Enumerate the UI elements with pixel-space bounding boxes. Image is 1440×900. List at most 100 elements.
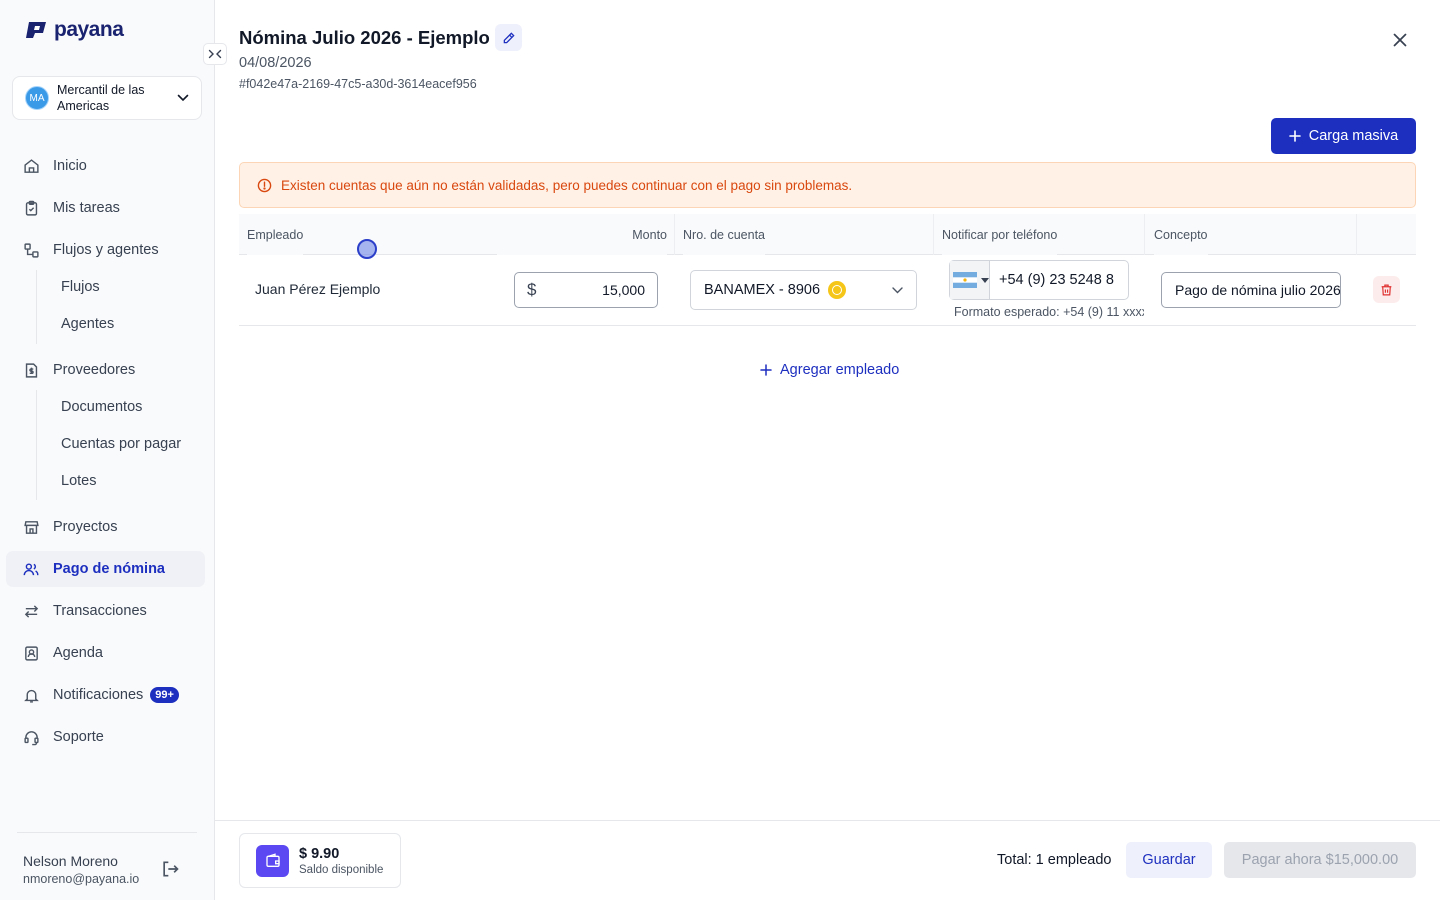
column-header-telefono: Notificar por teléfono [942, 214, 1058, 255]
payana-logo[interactable]: payana [24, 18, 124, 42]
payana-logo-icon [26, 22, 46, 38]
home-icon [22, 157, 40, 175]
amount-input[interactable]: $ 15,000 [514, 272, 658, 308]
column-divider [674, 214, 675, 255]
chevron-down-icon [177, 94, 189, 102]
pending-validation-icon [828, 281, 847, 299]
sidebar-item-proveedores[interactable]: Proveedores [6, 352, 205, 388]
user-email: nmoreno@payana.io [23, 872, 140, 886]
account-select[interactable]: BANAMEX - 8906 [690, 270, 917, 310]
close-button[interactable] [1389, 29, 1411, 51]
bell-icon [22, 686, 40, 704]
edit-title-button[interactable] [495, 24, 522, 51]
sidebar-item-label: Soporte [53, 729, 104, 745]
plus-icon [760, 364, 772, 376]
sidebar-item-label: Mis tareas [53, 200, 120, 216]
sidebar-subitem-lotes[interactable]: Lotes [61, 466, 96, 496]
divider [17, 832, 197, 833]
sidebar-subitem-cuentas-por-pagar[interactable]: Cuentas por pagar [61, 429, 181, 459]
collapse-sidebar-button[interactable] [203, 43, 227, 65]
logout-icon [163, 861, 179, 877]
users-icon [22, 560, 40, 578]
sidebar-item-transacciones[interactable]: Transacciones [6, 593, 205, 629]
currency-symbol: $ [527, 280, 537, 299]
column-divider [933, 214, 934, 255]
store-icon [22, 518, 40, 536]
sidebar-item-notificaciones[interactable]: Notificaciones 99+ [6, 677, 205, 713]
sidebar-subitem-agentes[interactable]: Agentes [61, 309, 114, 339]
payroll-date: 04/08/2026 [239, 55, 312, 71]
clipboard-icon [22, 199, 40, 217]
mouse-cursor-indicator [357, 239, 377, 259]
workflow-icon [22, 241, 40, 259]
company-name: Mercantil de las Americas [57, 83, 145, 113]
balance-card: $ 9.90 Saldo disponible [239, 833, 401, 888]
caret-down-icon [981, 277, 989, 283]
phone-input[interactable]: +54 (9) 23 5248 8 [949, 260, 1129, 300]
validation-warning: Existen cuentas que aún no están validad… [239, 162, 1416, 208]
alert-circle-icon [257, 178, 272, 193]
sidebar-subitem-documentos[interactable]: Documentos [61, 392, 142, 422]
column-header-monto: Monto [497, 214, 667, 255]
headset-icon [22, 728, 40, 746]
total-employees: Total: 1 empleado [997, 852, 1112, 868]
sidebar-item-label: Flujos y agentes [53, 242, 159, 258]
sidebar: payana MA Mercantil de las Americas Inic… [0, 0, 215, 900]
company-selector[interactable]: MA Mercantil de las Americas [12, 76, 202, 120]
save-button[interactable]: Guardar [1126, 842, 1212, 878]
sidebar-item-mis-tareas[interactable]: Mis tareas [6, 190, 205, 226]
balance-amount: $ 9.90 [299, 845, 340, 862]
column-divider [1144, 214, 1145, 255]
sidebar-item-proyectos[interactable]: Proyectos [6, 509, 205, 545]
company-avatar: MA [25, 86, 49, 110]
submenu-line [36, 390, 37, 500]
sidebar-item-inicio[interactable]: Inicio [6, 148, 205, 184]
concept-input[interactable]: Pago de nómina julio 2026 [1161, 272, 1341, 308]
sidebar-item-label: Inicio [53, 158, 87, 174]
contact-book-icon [22, 644, 40, 662]
bulk-upload-label: Carga masiva [1308, 128, 1399, 144]
sidebar-item-label: Notificaciones [53, 687, 144, 703]
table-header [239, 214, 1416, 255]
sidebar-item-pago-de-nomina[interactable]: Pago de nómina [6, 551, 205, 587]
balance-label: Saldo disponible [299, 863, 384, 876]
chevron-down-icon [892, 286, 903, 294]
sidebar-item-agenda[interactable]: Agenda [6, 635, 205, 671]
user-name: Nelson Moreno [23, 853, 118, 869]
argentina-flag-icon [953, 272, 977, 288]
pay-now-button[interactable]: Pagar ahora $15,000.00 [1224, 842, 1416, 878]
column-header-concepto: Concepto [1154, 214, 1208, 255]
sidebar-item-flujos-y-agentes[interactable]: Flujos y agentes [6, 232, 205, 268]
submenu-line [36, 270, 37, 344]
column-divider [1356, 214, 1357, 255]
arrows-swap-icon [22, 602, 40, 620]
close-icon [1393, 33, 1407, 47]
add-employee-button[interactable]: Agregar empleado [760, 362, 899, 378]
country-code-select[interactable] [950, 261, 990, 299]
employee-name: Juan Pérez Ejemplo [255, 281, 381, 297]
collapse-arrows-icon [208, 49, 222, 59]
sidebar-subitem-flujos[interactable]: Flujos [61, 272, 100, 302]
sidebar-item-label: Agenda [53, 645, 103, 661]
plus-icon [1288, 130, 1301, 142]
column-header-cuenta: Nro. de cuenta [683, 214, 765, 255]
amount-value: 15,000 [602, 282, 645, 298]
phone-value: +54 (9) 23 5248 8 [999, 272, 1114, 288]
sidebar-item-soporte[interactable]: Soporte [6, 719, 205, 755]
warning-text: Existen cuentas que aún no están validad… [281, 177, 853, 193]
page-title: Nómina Julio 2026 - Ejemplo [239, 27, 490, 48]
logout-button[interactable] [160, 859, 180, 884]
column-header-empleado: Empleado [247, 214, 304, 255]
notification-count-badge: 99+ [150, 687, 179, 703]
sidebar-item-label: Proveedores [53, 362, 136, 378]
sidebar-item-label: Pago de nómina [53, 561, 165, 577]
sidebar-item-label: Transacciones [53, 603, 147, 619]
delete-row-button[interactable] [1373, 276, 1400, 303]
wallet-icon [256, 844, 289, 877]
bulk-upload-button[interactable]: Carga masiva [1271, 118, 1416, 154]
pencil-icon [503, 31, 515, 43]
invoice-dollar-icon [22, 361, 40, 379]
sidebar-item-label: Proyectos [53, 519, 118, 535]
account-value: BANAMEX - 8906 [704, 282, 821, 298]
payroll-id: #f042e47a-2169-47c5-a30d-3614eacef956 [239, 77, 477, 91]
